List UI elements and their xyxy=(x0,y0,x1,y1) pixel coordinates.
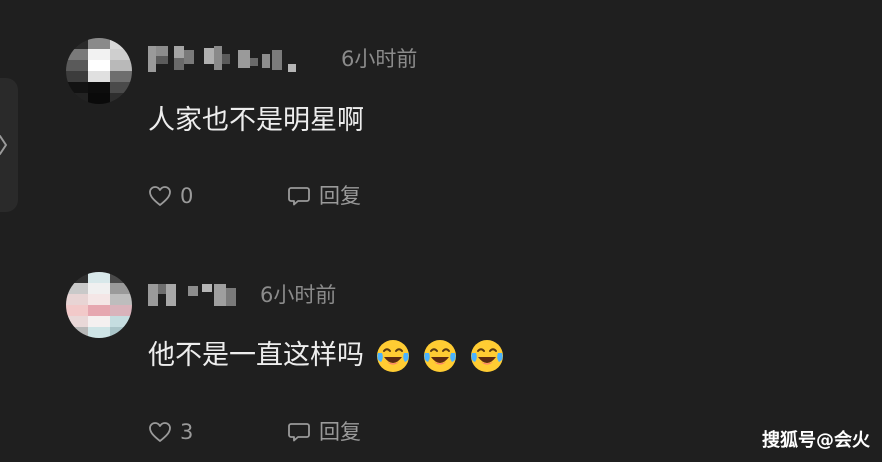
avatar[interactable] xyxy=(66,272,132,338)
comment-text-body: 人家也不是明星啊 xyxy=(148,105,364,136)
comment-text-body: 他不是一直这样吗 xyxy=(148,340,364,371)
watermark: 搜狐号@会火 xyxy=(762,430,870,451)
heart-icon xyxy=(149,422,171,442)
comment-time: 6小时前 xyxy=(260,283,337,307)
comment-text: 人家也不是明星啊 xyxy=(148,101,364,141)
reply-label: 回复 xyxy=(319,184,361,208)
comment-bubble-icon xyxy=(288,423,310,442)
comment-item: 6小时前 他不是一直这样吗 3 回复 xyxy=(0,230,882,462)
crying-laughing-emoji xyxy=(424,340,456,372)
comment-time: 6小时前 xyxy=(341,47,418,71)
crying-laughing-emoji xyxy=(471,340,503,372)
reply-button[interactable]: 回复 xyxy=(287,418,361,446)
username-pixelated[interactable] xyxy=(148,44,308,74)
comment-bubble-icon xyxy=(288,187,310,206)
avatar-image xyxy=(66,272,132,338)
username-pixelated[interactable] xyxy=(148,280,240,310)
comment-text: 他不是一直这样吗 xyxy=(148,336,505,376)
reply-button[interactable]: 回复 xyxy=(287,182,361,210)
like-count: 3 xyxy=(180,420,194,444)
comment-item: 6小时前 人家也不是明星啊 0 回复 xyxy=(0,0,882,230)
avatar-image xyxy=(66,38,132,104)
like-count: 0 xyxy=(180,184,194,208)
heart-icon xyxy=(149,186,171,206)
reply-label: 回复 xyxy=(319,420,361,444)
like-button[interactable]: 3 xyxy=(148,418,193,446)
like-button[interactable]: 0 xyxy=(148,182,193,210)
crying-laughing-emoji xyxy=(377,340,409,372)
avatar[interactable] xyxy=(66,38,132,104)
